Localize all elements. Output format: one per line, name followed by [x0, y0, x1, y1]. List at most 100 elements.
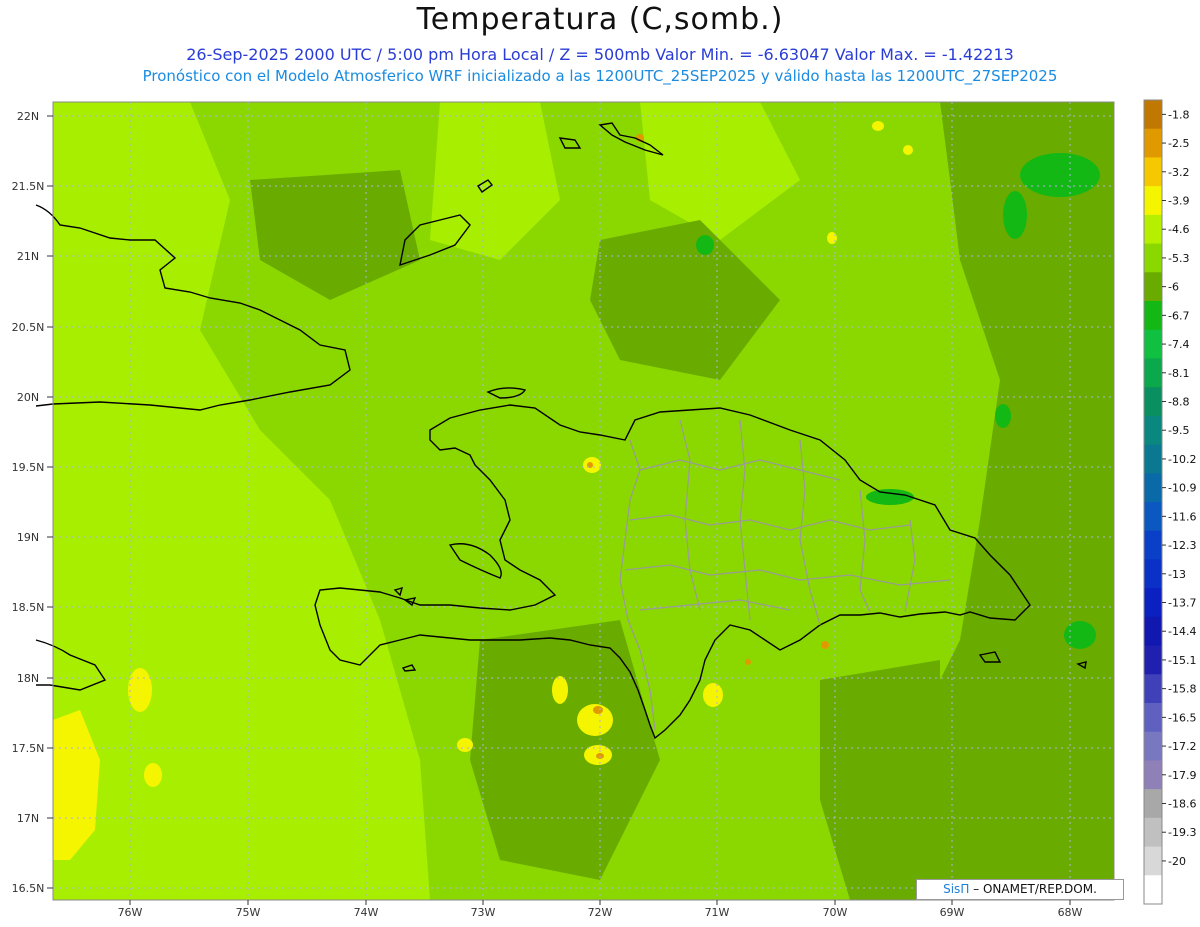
colorbar-label: -3.9: [1168, 195, 1189, 208]
field-yellow-6: [703, 683, 723, 707]
field-deep-patch-2: [1003, 191, 1027, 239]
colorbar-label: -2.5: [1168, 137, 1189, 150]
colorbar-label: -19.3: [1168, 826, 1196, 839]
colorbar-label: -3.2: [1168, 166, 1189, 179]
colorbar-swatch: [1144, 817, 1162, 848]
colorbar-swatch: [1144, 329, 1162, 359]
colorbar-label: -16.5: [1168, 711, 1196, 724]
colorbar-swatch: [1144, 846, 1162, 876]
colorbar-swatch: [1144, 358, 1162, 388]
colorbar-label: -6: [1168, 281, 1179, 294]
colorbar-swatch: [1144, 272, 1162, 302]
lat-label: 19.5N: [12, 461, 45, 474]
lat-label: 16.5N: [12, 882, 45, 895]
lat-label: 21N: [17, 250, 39, 263]
colorbar-swatch: [1144, 214, 1162, 245]
colorbar-label: -10.9: [1168, 482, 1196, 495]
colorbar-label: -18.6: [1168, 798, 1196, 811]
colorbar-label: -11.6: [1168, 510, 1196, 523]
colorbar-label: -15.8: [1168, 683, 1196, 696]
colorbar-swatch: [1144, 243, 1162, 273]
colorbar-label: -15.1: [1168, 654, 1196, 667]
colorbar-swatch: [1144, 415, 1162, 446]
credit-text: – ONAMET/REP.DOM.: [973, 882, 1097, 896]
field-deep-patch-4: [696, 235, 714, 255]
lon-label: 68W: [1058, 906, 1083, 919]
lat-ticks: [47, 115, 53, 889]
colorbar-swatch: [1144, 875, 1162, 905]
lat-label: 22N: [17, 110, 39, 123]
colorbar-swatch: [1144, 387, 1162, 417]
lon-ticks: [129, 900, 1071, 905]
colorbar-swatch: [1144, 444, 1162, 474]
field-deep-patch-3: [1064, 621, 1096, 649]
field-yellow-2: [144, 763, 162, 787]
field-orange-4: [821, 641, 829, 649]
colorbar-label: -13.7: [1168, 597, 1196, 610]
longitude-labels: 76W 75W 74W 73W 72W 71W 70W 69W 68W: [118, 906, 1083, 919]
colorbar-label: -20: [1168, 855, 1186, 868]
colorbar-label: -1.8: [1168, 108, 1189, 121]
field-orange-1: [593, 706, 603, 714]
field-orange-5: [745, 659, 751, 665]
lat-label: 21.5N: [12, 180, 45, 193]
field-deep-patch-1: [1020, 153, 1100, 197]
colorbar-label: -8.1: [1168, 367, 1189, 380]
latitude-labels: 22N 21.5N 21N 20.5N 20N 19.5N 19N 18.5N …: [12, 110, 45, 895]
lon-label: 70W: [823, 906, 848, 919]
colorbar-label: -12.3: [1168, 539, 1196, 552]
lon-label: 73W: [471, 906, 496, 919]
colorbar-swatch: [1144, 186, 1162, 216]
colorbar-swatch: [1144, 128, 1162, 158]
colorbar-label: -5.3: [1168, 252, 1189, 265]
field-yellow-1: [128, 668, 152, 712]
lon-label: 76W: [118, 906, 143, 919]
lat-label: 17.5N: [12, 742, 45, 755]
colorbar-swatch: [1144, 502, 1162, 532]
colorbar-swatch: [1144, 157, 1162, 187]
colorbar: -1.8 -2.5 -3.2 -3.9 -4.6 -5.3 -6 -6.7 -7.4 -8.1 -8…: [1143, 99, 1196, 905]
colorbar-swatch: [1144, 100, 1162, 130]
colorbar-swatch: [1144, 760, 1162, 790]
lat-label: 20N: [17, 391, 39, 404]
lon-label: 74W: [354, 906, 379, 919]
colorbar-label: -4.6: [1168, 223, 1189, 236]
colorbar-swatch: [1144, 301, 1162, 331]
colorbar-label: -17.9: [1168, 769, 1196, 782]
field-yellow-5: [552, 676, 568, 704]
credit-box: SisΠ – ONAMET/REP.DOM.: [916, 879, 1124, 900]
colorbar-swatch: [1144, 703, 1162, 733]
colorbar-label: -6.7: [1168, 309, 1189, 322]
colorbar-swatch: [1144, 559, 1162, 589]
lat-label: 18N: [17, 672, 39, 685]
lat-label: 17N: [17, 812, 39, 825]
colorbar-swatch: [1144, 473, 1162, 503]
colorbar-swatch: [1144, 789, 1162, 819]
field-yellow-8: [457, 738, 473, 752]
lat-label: 18.5N: [12, 601, 45, 614]
colorbar-label: -9.5: [1168, 424, 1189, 437]
colorbar-swatch: [1144, 731, 1162, 761]
field-yellow-9: [872, 121, 884, 131]
colorbar-swatch: [1144, 616, 1162, 647]
lat-label: 19N: [17, 531, 39, 544]
field-deep-patch-6: [995, 404, 1011, 428]
colorbar-label: -17.2: [1168, 740, 1196, 753]
colorbar-label: -8.8: [1168, 396, 1189, 409]
field-yellow-10: [903, 145, 913, 155]
colorbar-swatch: [1144, 588, 1162, 618]
map-field: [53, 102, 1114, 900]
colorbar-swatch: [1144, 645, 1162, 675]
sispi-logo: SisΠ: [943, 882, 970, 896]
colorbar-label: -7.4: [1168, 338, 1189, 351]
lon-label: 71W: [705, 906, 730, 919]
colorbar-label: -10.2: [1168, 453, 1196, 466]
lat-label: 20.5N: [12, 321, 45, 334]
colorbar-swatch: [1144, 530, 1162, 560]
field-deep-patch-5: [866, 489, 914, 505]
colorbar-swatch: [1144, 674, 1162, 704]
lon-label: 75W: [236, 906, 261, 919]
temperature-map: 22N 21.5N 21N 20.5N 20N 19.5N 19N 18.5N …: [12, 99, 1196, 919]
colorbar-label: -14.4: [1168, 625, 1196, 638]
field-yellow-11: [827, 232, 837, 244]
